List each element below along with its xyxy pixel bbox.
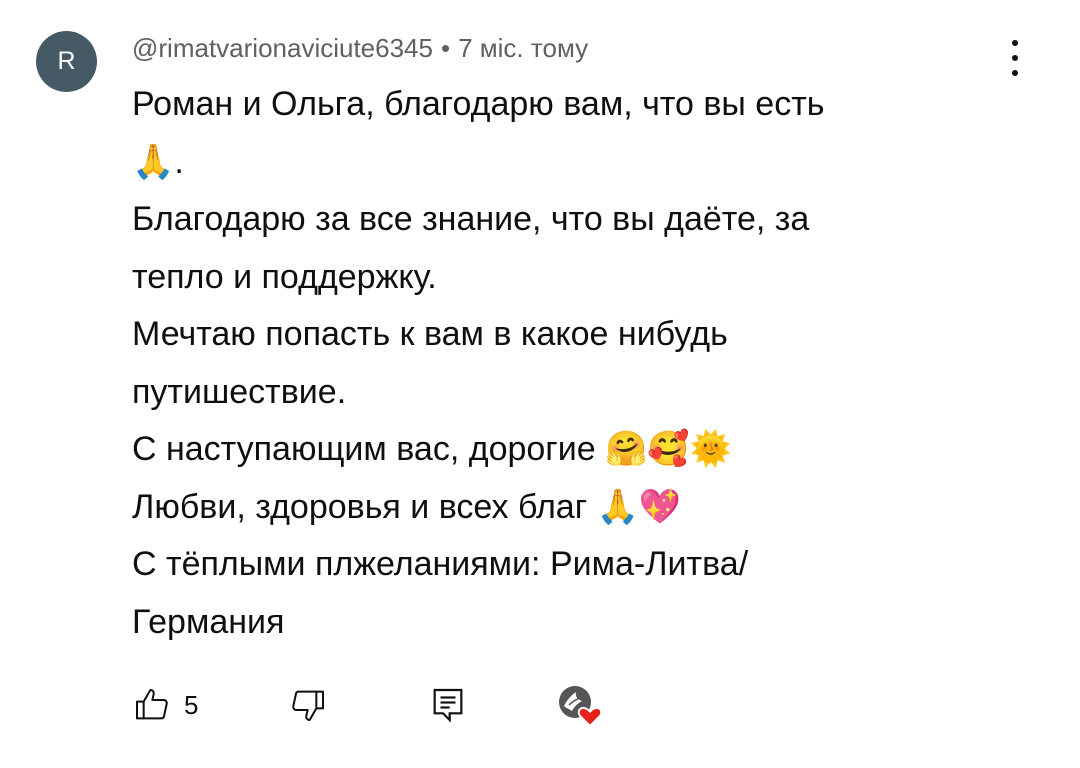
comment-line: Мечтаю попасть к вам в какое нибудь (132, 315, 728, 353)
comment-line: Германия (132, 602, 285, 641)
thumbs-down-icon (292, 690, 324, 721)
comment-meta: @rimatvarionaviciute6345 • 7 міс. тому (132, 30, 588, 66)
reply-comment-icon (433, 688, 463, 723)
meta-separator: • (440, 33, 451, 63)
comment-line: С наступающим вас, дорогие 🤗🥰🌞 (132, 430, 733, 468)
avatar-letter: R (57, 47, 76, 75)
creator-heart-icon (559, 686, 603, 728)
like-count: 5 (184, 689, 199, 720)
comment-line: тепло и поддержку. (132, 257, 437, 296)
more-vertical-icon (1012, 40, 1018, 46)
reply-button[interactable] (428, 680, 468, 730)
comment-line: Благодарю за все знание, что вы даёте, з… (132, 200, 810, 238)
comment-text: Роман и Ольга, благодарю вам, что вы ест… (132, 76, 952, 651)
creator-heart-button[interactable] (554, 680, 604, 730)
dislike-button[interactable] (288, 680, 328, 730)
comment-avatar[interactable]: R (36, 31, 97, 92)
thumbs-up-icon (136, 689, 168, 720)
author-handle[interactable]: @rimatvarionaviciute6345 (132, 33, 433, 63)
like-button[interactable]: 5 (132, 680, 198, 730)
comment-line: Роман и Ольга, благодарю вам, что вы ест… (132, 85, 825, 123)
comment-line: Любви, здоровья и всех благ 🙏💖 (132, 487, 682, 526)
comment-line: 🙏. (132, 142, 184, 181)
comment-line: С тёплыми плжеланиями: Рима-Литва/ (132, 545, 749, 583)
more-options-button[interactable] (1000, 38, 1030, 78)
comment-line: путишествие. (132, 372, 347, 411)
comment-time[interactable]: 7 міс. тому (458, 33, 588, 63)
